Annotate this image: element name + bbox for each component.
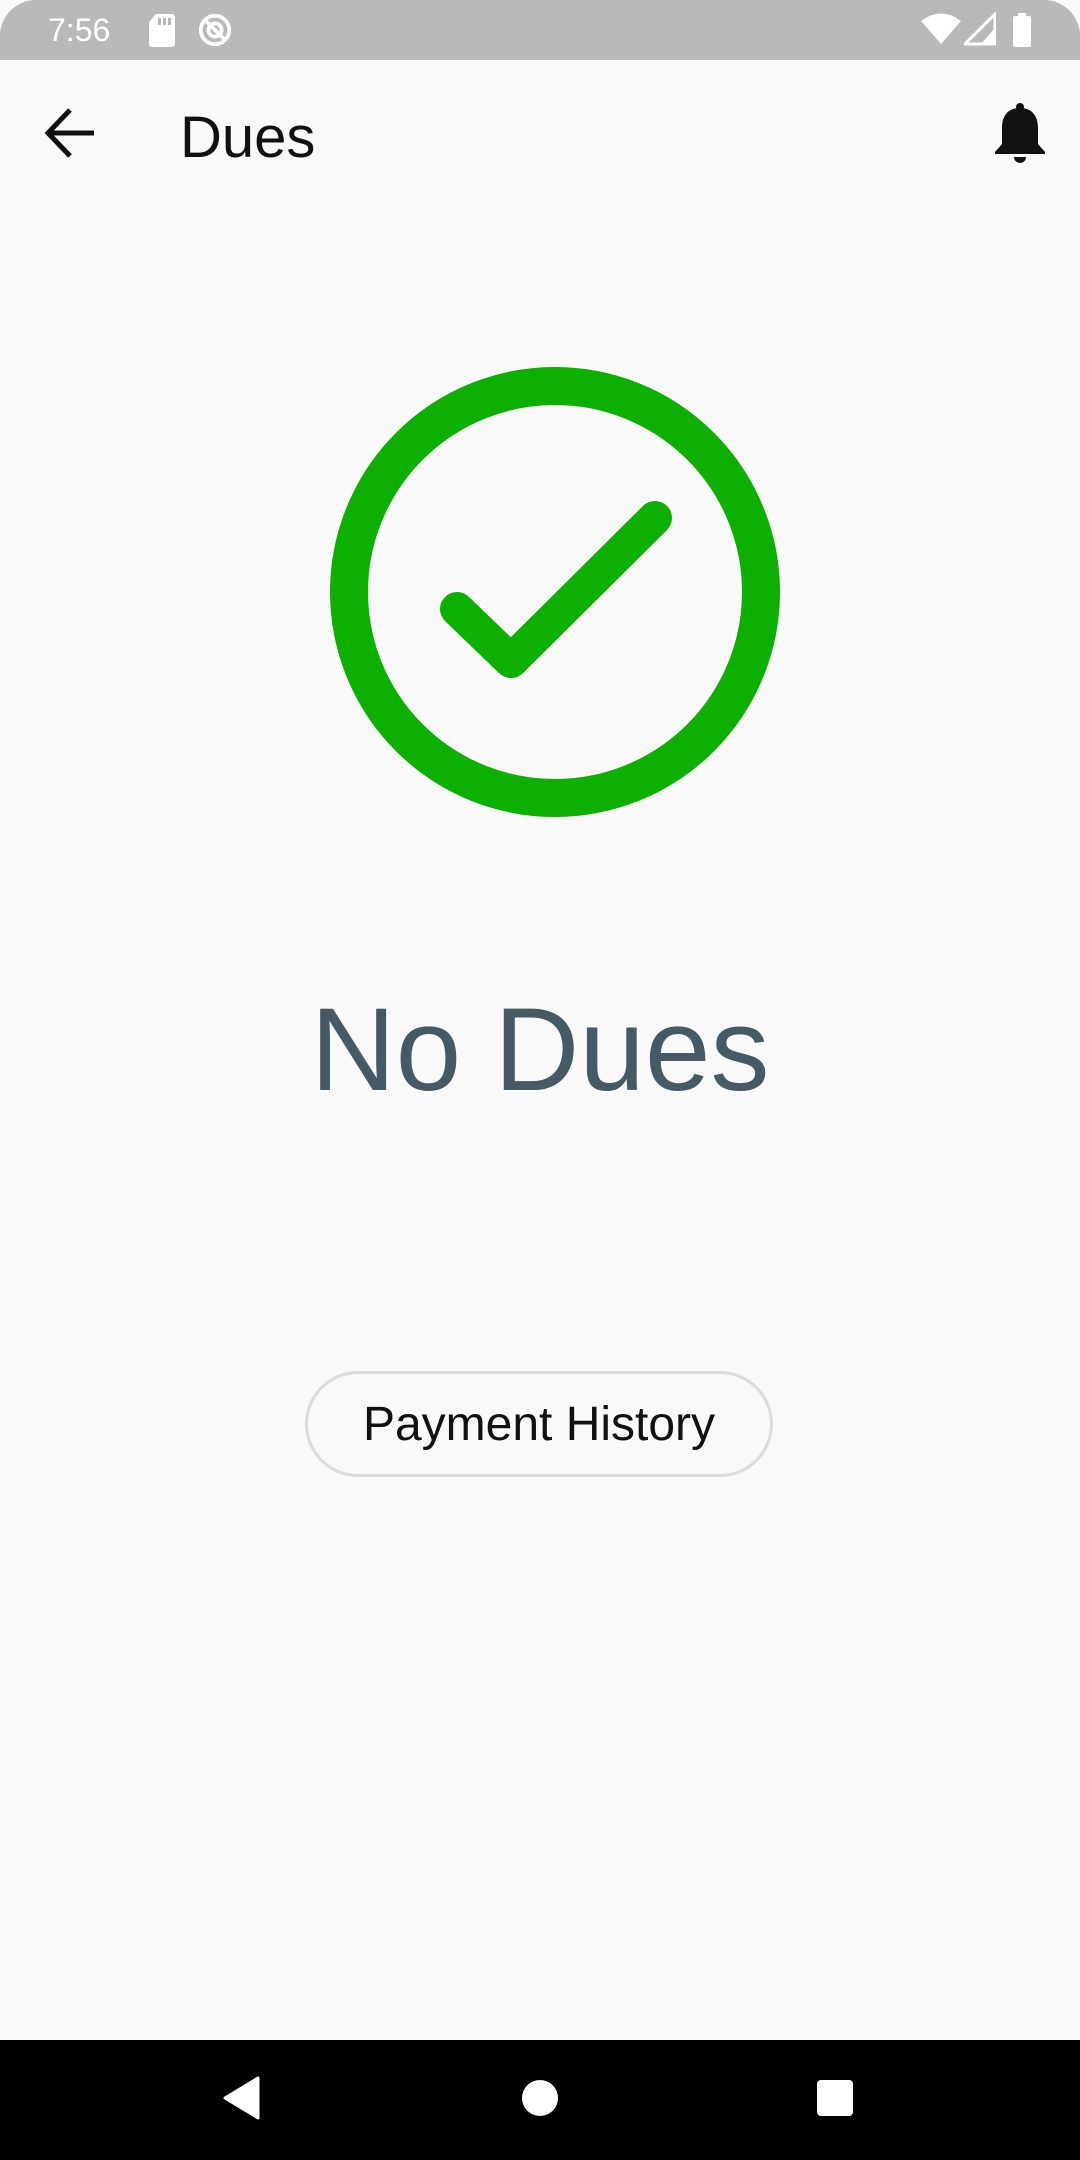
battery-icon (1012, 12, 1032, 48)
bell-icon (993, 102, 1047, 169)
status-bar: 7:56 (0, 0, 1080, 60)
cellular-signal-icon (961, 10, 997, 48)
payment-history-button[interactable]: Payment History (305, 1371, 773, 1477)
wifi-icon (920, 12, 962, 48)
nav-recents-button[interactable] (795, 2060, 875, 2140)
check-circle-icon (330, 366, 780, 818)
back-button[interactable] (30, 95, 110, 175)
app-bar: Dues (0, 60, 1080, 200)
arrow-back-icon (42, 105, 98, 166)
notification-button[interactable] (980, 95, 1060, 175)
page-title: Dues (180, 105, 316, 170)
nav-home-button[interactable] (500, 2060, 580, 2140)
home-circle-icon (520, 2078, 560, 2123)
do-not-disturb-icon (196, 12, 234, 48)
back-triangle-icon (222, 2076, 262, 2125)
nav-back-button[interactable] (202, 2060, 282, 2140)
no-dues-heading: No Dues (310, 984, 770, 1116)
system-nav-bar (0, 2040, 1080, 2160)
recents-square-icon (816, 2079, 854, 2122)
sd-card-icon (148, 12, 176, 48)
status-time: 7:56 (48, 12, 111, 48)
